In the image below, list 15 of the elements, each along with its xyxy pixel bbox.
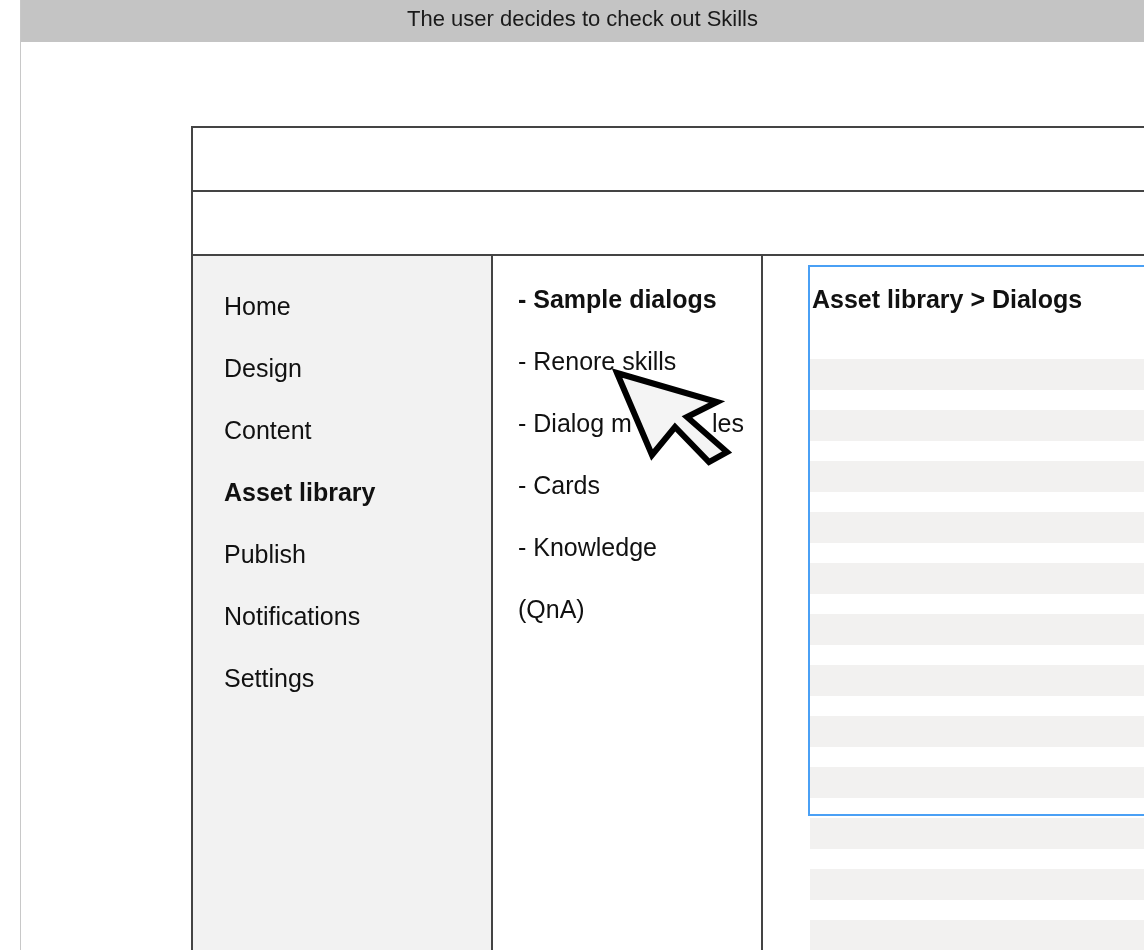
submenu-item[interactable]: - Sample dialogs bbox=[518, 268, 717, 330]
nav-item[interactable]: Design bbox=[224, 337, 302, 399]
nav-item[interactable]: Notifications bbox=[224, 585, 361, 647]
submenu-item[interactable]: - Knowledge bbox=[518, 516, 657, 578]
nav-item[interactable]: Content bbox=[224, 399, 312, 461]
banner-title: The user decides to check out Skills bbox=[407, 6, 758, 32]
nav-item[interactable]: Publish bbox=[224, 523, 306, 585]
submenu-item[interactable]: - Renore skills bbox=[518, 330, 677, 392]
submenu-item[interactable]: - Dialog m bbox=[518, 392, 632, 454]
breadcrumb-heading: Asset library > Dialogs bbox=[811, 284, 1083, 315]
submenu-item[interactable]: (QnA) bbox=[518, 578, 585, 640]
submenu-item[interactable]: - Cards bbox=[518, 454, 600, 516]
nav-item[interactable]: Home bbox=[224, 275, 291, 337]
nav-item[interactable]: Settings bbox=[224, 647, 315, 709]
nav-item[interactable]: Asset library bbox=[224, 461, 376, 523]
